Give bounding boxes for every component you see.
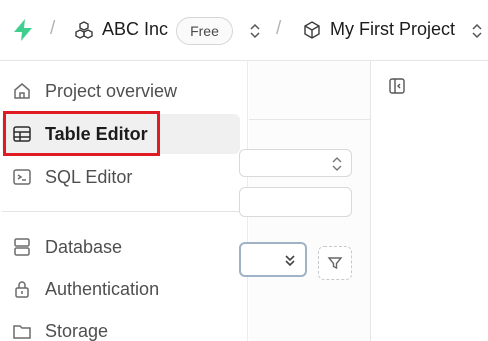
table-list-dropdown[interactable] (239, 242, 307, 277)
highlight-box (3, 111, 160, 156)
sidebar: Project overview Table Editor SQL Editor… (0, 61, 248, 341)
filter-icon (327, 257, 343, 270)
table-editor-panel (239, 61, 371, 341)
filter-button[interactable] (318, 246, 352, 280)
boxes-icon (75, 21, 93, 39)
database-icon (14, 238, 30, 256)
search-tables-input[interactable] (239, 187, 352, 217)
sidebar-item-authentication[interactable]: Authentication (2, 269, 240, 309)
sidebar-divider (2, 211, 240, 212)
chevrons-down-icon (285, 255, 295, 267)
chevrons-up-down-icon (332, 157, 342, 171)
project-name[interactable]: My First Project (330, 19, 455, 40)
plan-badge: Free (176, 17, 233, 45)
breadcrumb-separator: / (50, 18, 56, 39)
breadcrumb-separator: / (276, 18, 282, 39)
sidebar-item-database[interactable]: Database (2, 227, 240, 267)
sidebar-item-label: Database (45, 237, 123, 257)
chevrons-up-down-icon[interactable] (470, 22, 484, 40)
main-content (372, 61, 488, 341)
home-icon (14, 83, 30, 99)
folder-icon (13, 325, 31, 339)
sidebar-item-label: SQL Editor (45, 167, 133, 187)
sidebar-item-project-overview[interactable]: Project overview (2, 71, 240, 111)
panel-header-divider (249, 119, 371, 120)
sidebar-item-label: Authentication (45, 279, 160, 299)
sidebar-item-storage[interactable]: Storage (2, 311, 240, 341)
schema-select[interactable] (239, 149, 352, 177)
sidebar-item-sql-editor[interactable]: SQL Editor (2, 157, 240, 197)
terminal-icon (13, 169, 31, 185)
organization-name[interactable]: ABC Inc (102, 19, 168, 40)
supabase-logo-icon[interactable] (10, 17, 36, 43)
chevrons-up-down-icon[interactable] (248, 22, 262, 40)
sidebar-item-label: Storage (45, 321, 109, 341)
box-icon (304, 21, 320, 39)
top-bar: / ABC Inc Free / My First Project (0, 0, 488, 61)
lock-icon (15, 281, 29, 298)
sidebar-item-label: Project overview (45, 81, 178, 101)
panel-collapse-icon[interactable] (388, 77, 406, 95)
